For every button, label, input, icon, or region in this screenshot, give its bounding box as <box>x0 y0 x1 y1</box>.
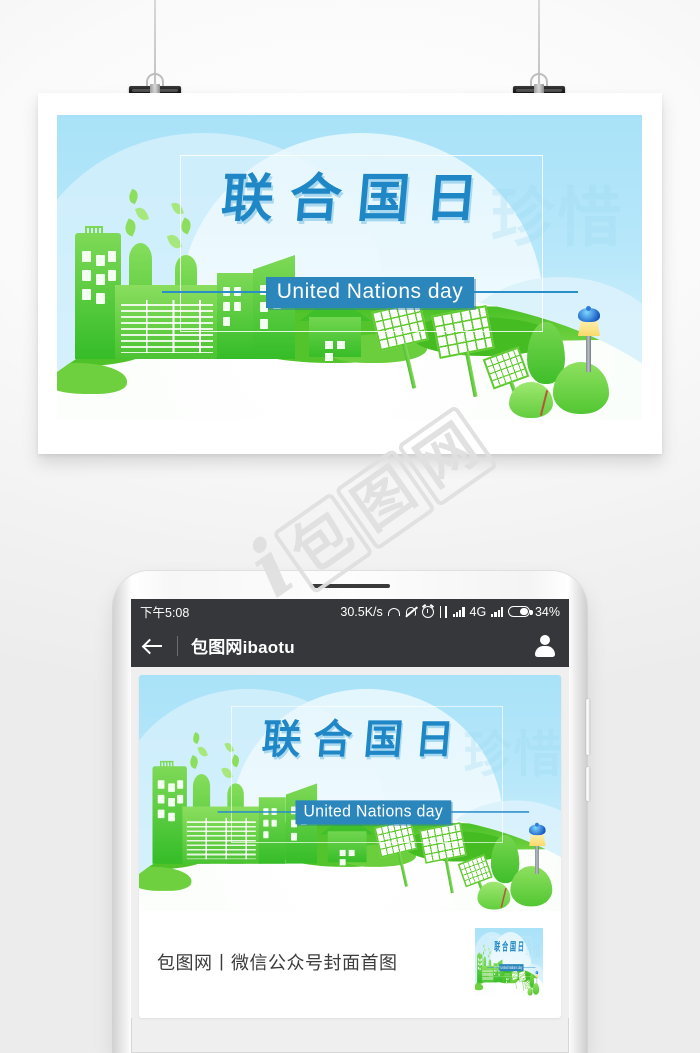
rule-right <box>451 811 529 813</box>
lamp-post <box>528 822 546 874</box>
poster-cn-title: 联合国日 <box>493 940 527 954</box>
appbar-divider <box>177 635 178 656</box>
status-netspeed: 30.5K/s <box>340 604 383 619</box>
poster-subtitle-row: United Nations day <box>487 964 536 971</box>
rule-left <box>217 811 296 813</box>
poster-en-title: United Nations day <box>295 800 452 825</box>
headphone-icon <box>387 607 400 616</box>
tree <box>477 881 511 910</box>
lamp-post <box>577 306 601 372</box>
card-cover-image[interactable]: 珍惜 联合国日 United Nations day <box>139 675 561 911</box>
poster-subtitle-row: United Nations day <box>217 800 529 825</box>
article-card[interactable]: 珍惜 联合国日 United Nations day 包图网丨微信公众号封面首图 珍… <box>139 675 561 1018</box>
content-area: 珍惜 联合国日 United Nations day 包图网丨微信公众号封面首图 珍… <box>131 667 569 1018</box>
phone-screen: 下午5:08 30.5K/s 4G 34% 包图网ibaotu 珍惜 联合国日 … <box>131 599 569 1053</box>
app-title: 包图网ibaotu <box>191 638 295 657</box>
app-bar: 包图网ibaotu <box>131 624 569 667</box>
network-type: 4G <box>469 604 487 619</box>
battery-icon <box>507 606 533 617</box>
tree <box>509 382 553 418</box>
poster-en-title: United Nations day <box>499 964 524 971</box>
rule-left <box>162 291 266 294</box>
phone-mockup: 下午5:08 30.5K/s 4G 34% 包图网ibaotu 珍惜 联合国日 … <box>113 571 590 1053</box>
poster-subtitle-row: United Nations day <box>162 276 578 308</box>
poster-sheet: 珍惜 联合国日 United Nations day <box>38 93 662 454</box>
back-arrow-icon[interactable] <box>144 638 164 654</box>
signal-icon-2 <box>491 606 503 617</box>
watermark-char-2: 图 <box>334 447 437 551</box>
status-time: 下午5:08 <box>140 606 190 620</box>
volume-button[interactable] <box>586 699 590 755</box>
person-icon[interactable] <box>534 634 556 657</box>
poster-artwork-large: 珍惜 联合国日 United Nations day <box>57 115 642 420</box>
alarm-icon <box>421 605 434 618</box>
status-bar: 下午5:08 30.5K/s 4G 34% <box>131 599 569 624</box>
poster-cn-title: 联合国日 <box>218 168 497 229</box>
mute-icon <box>405 605 418 618</box>
card-caption-text: 包图网丨微信公众号封面首图 <box>157 953 398 973</box>
battery-percent: 34% <box>534 604 560 619</box>
artwork: 珍惜 联合国日 United Nations day <box>475 928 543 996</box>
earpiece-speaker <box>310 584 390 588</box>
signal-icon-1 <box>452 606 465 617</box>
sync-icon <box>439 605 448 618</box>
card-caption-row: 包图网丨微信公众号封面首图 珍惜 联合国日 United Nations day <box>139 911 561 1018</box>
card-thumbnail[interactable]: 珍惜 联合国日 United Nations day <box>475 928 543 996</box>
artwork: 珍惜 联合国日 United Nations day <box>139 675 561 911</box>
poster-en-title: United Nations day <box>265 276 475 308</box>
power-button[interactable] <box>586 767 590 801</box>
poster-cn-title: 联合国日 <box>260 716 468 764</box>
artwork: 珍惜 联合国日 United Nations day <box>57 115 642 420</box>
rule-right <box>474 291 578 294</box>
lamp-post <box>535 970 539 986</box>
